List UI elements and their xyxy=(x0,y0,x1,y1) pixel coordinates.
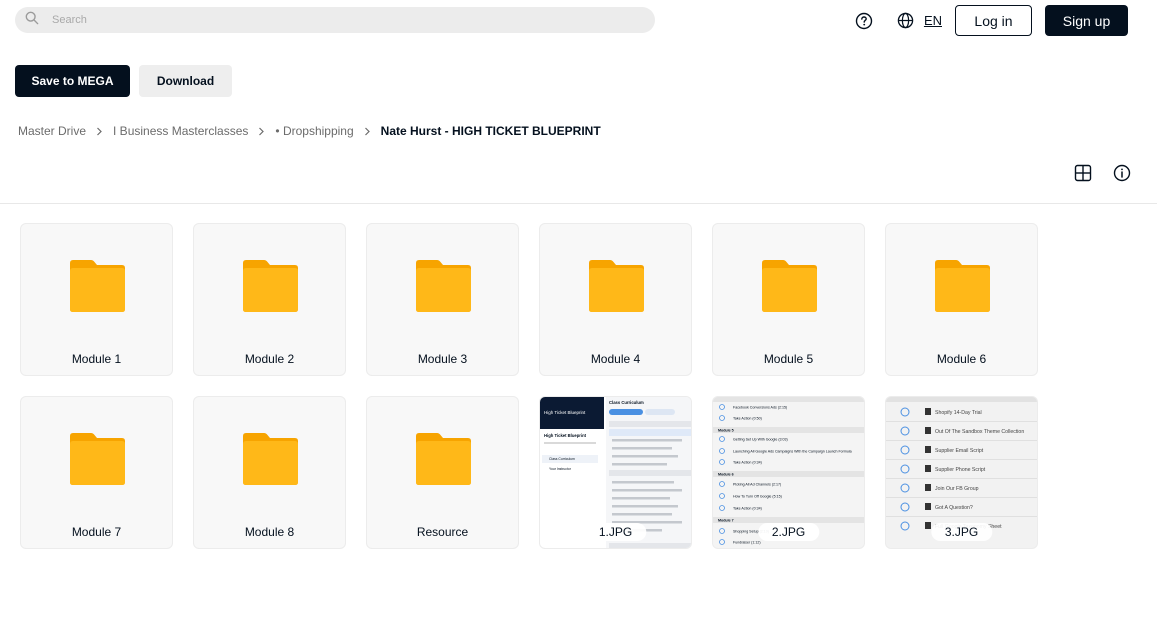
item-name: Module 7 xyxy=(71,525,122,539)
item-name: Module 3 xyxy=(417,352,468,366)
info-icon[interactable] xyxy=(1112,163,1132,183)
breadcrumb-item[interactable]: Master Drive xyxy=(18,124,86,138)
help-circle-icon[interactable] xyxy=(854,11,874,31)
item-name: Resource xyxy=(416,525,469,539)
folder-card[interactable]: Module 8 xyxy=(193,396,346,549)
item-name: Module 5 xyxy=(763,352,814,366)
folder-card[interactable]: Module 3 xyxy=(366,223,519,376)
folder-card[interactable]: Resource xyxy=(366,396,519,549)
thumb3-row: Supplier Phone Script xyxy=(935,467,986,473)
image-card[interactable]: High Ticket Blueprint High Ticket Bluepr… xyxy=(539,396,692,549)
thumb2-row: Facebook Conversions Ads (2:15) xyxy=(733,405,787,409)
item-name: 3.JPG xyxy=(930,523,993,541)
search-input[interactable] xyxy=(52,14,612,26)
thumb2-row: Take Action (0:34) xyxy=(733,506,762,510)
folder-icon xyxy=(586,259,646,318)
item-name: 2.JPG xyxy=(757,523,820,541)
save-to-mega-button[interactable]: Save to MEGA xyxy=(15,65,130,97)
thumb2-row: Fundraiser (1:12) xyxy=(733,540,761,544)
thumb1-sidebar-item: Your Instructor xyxy=(549,467,572,471)
thumb2-section: Module 7 xyxy=(718,519,734,523)
thumb2-section: Module 5 xyxy=(718,429,734,433)
breadcrumb-current: Nate Hurst - HIGH TICKET BLUEPRINT xyxy=(380,124,601,138)
item-name: Module 4 xyxy=(590,352,641,366)
item-name: Module 8 xyxy=(244,525,295,539)
search-bar[interactable] xyxy=(15,7,655,33)
thumb2-row: Take Action (0:34) xyxy=(733,460,762,464)
grid-view-icon[interactable] xyxy=(1073,163,1093,183)
item-name: Module 6 xyxy=(936,352,987,366)
folder-icon xyxy=(932,259,992,318)
folder-icon xyxy=(67,259,127,318)
thumb1-heading: Class Curriculum xyxy=(609,400,644,405)
file-grid: Module 1 Module 2 Module 3 Module 4 Modu… xyxy=(20,223,1040,549)
view-toolbar xyxy=(1054,163,1132,183)
folder-card[interactable]: Module 4 xyxy=(539,223,692,376)
file-actions: Save to MEGA Download xyxy=(15,65,232,97)
item-name: Module 1 xyxy=(71,352,122,366)
language-label[interactable]: EN xyxy=(924,13,942,28)
folder-card[interactable]: Module 6 xyxy=(885,223,1038,376)
folder-icon xyxy=(240,432,300,491)
thumb1-brand: High Ticket Blueprint xyxy=(544,410,586,415)
thumb2-row: Picking All Ad Channels (2:17) xyxy=(733,482,781,486)
chevron-right-icon xyxy=(364,127,371,136)
thumb2-row: How To Turn Off Google (5:15) xyxy=(733,494,782,498)
folder-card[interactable]: Module 7 xyxy=(20,396,173,549)
thumb2-section: Module 6 xyxy=(718,473,734,477)
image-card[interactable]: Shopify 14-Day Trial Out Of The Sandbox … xyxy=(885,396,1038,549)
login-button[interactable]: Log in xyxy=(955,5,1032,36)
signup-button[interactable]: Sign up xyxy=(1045,5,1128,36)
breadcrumb: Master Drive I Business Masterclasses • … xyxy=(18,124,601,138)
thumb2-row: Take Action (0:50) xyxy=(733,416,762,420)
globe-icon xyxy=(896,11,916,31)
thumb3-row: Join Our FB Group xyxy=(935,486,979,492)
divider xyxy=(0,203,1157,204)
search-icon xyxy=(25,11,39,30)
folder-icon xyxy=(240,259,300,318)
item-name: 1.JPG xyxy=(584,523,647,541)
breadcrumb-item[interactable]: I Business Masterclasses xyxy=(113,124,248,138)
thumb1-sidebar-item: Class Curriculum xyxy=(549,457,575,461)
image-card[interactable]: Facebook Conversions Ads (2:15) Take Act… xyxy=(712,396,865,549)
breadcrumb-item[interactable]: • Dropshipping xyxy=(275,124,353,138)
language-selector[interactable]: EN xyxy=(896,11,942,31)
thumb3-row: Out Of The Sandbox Theme Collection xyxy=(935,429,1024,435)
folder-icon xyxy=(759,259,819,318)
folder-icon xyxy=(413,259,473,318)
chevron-right-icon xyxy=(96,127,103,136)
folder-icon xyxy=(413,432,473,491)
folder-card[interactable]: Module 1 xyxy=(20,223,173,376)
thumb3-row: Got A Question? xyxy=(935,505,973,511)
download-button[interactable]: Download xyxy=(139,65,232,97)
thumb2-row: Getting Set Up With Google (3:03) xyxy=(733,437,788,441)
folder-card[interactable]: Module 2 xyxy=(193,223,346,376)
thumb1-sidebar-title: High Ticket Blueprint xyxy=(544,433,587,438)
chevron-right-icon xyxy=(258,127,265,136)
thumb3-row: Shopify 14-Day Trial xyxy=(935,410,982,416)
item-name: Module 2 xyxy=(244,352,295,366)
header-actions: EN Log in Sign up xyxy=(854,5,1128,36)
folder-card[interactable]: Module 5 xyxy=(712,223,865,376)
thumb3-row: Supplier Email Script xyxy=(935,448,984,454)
thumb2-row: Launching All Google Ads Campaigns With … xyxy=(733,449,852,453)
folder-icon xyxy=(67,432,127,491)
